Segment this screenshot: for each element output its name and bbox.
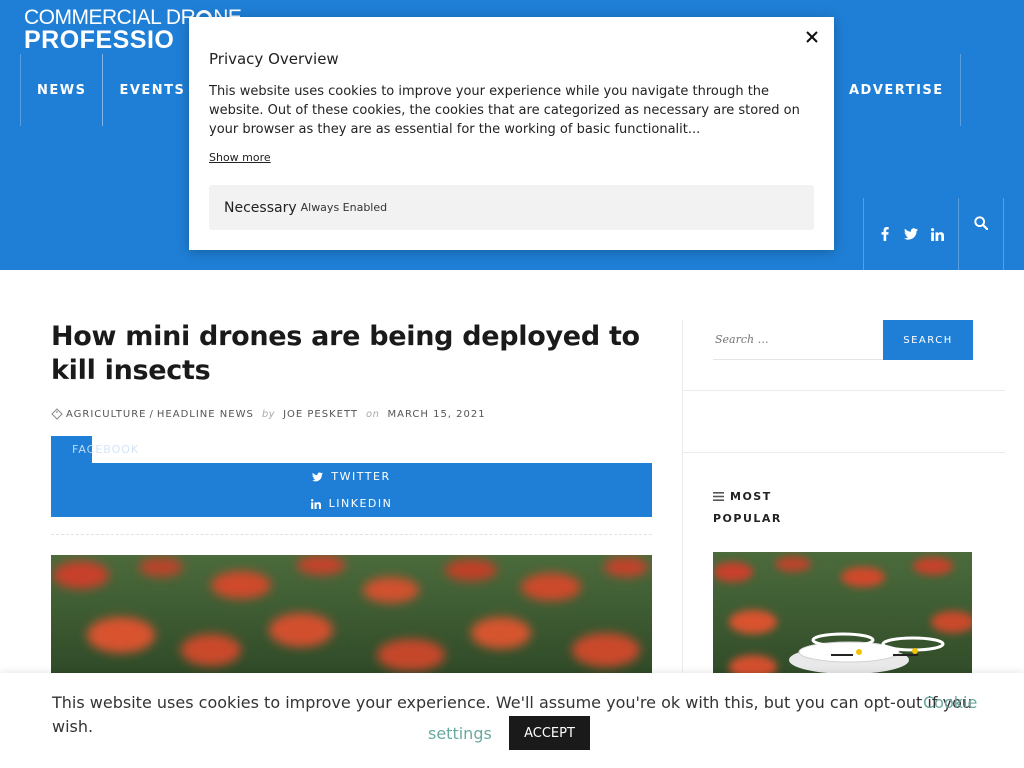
- by-label: by: [261, 408, 276, 420]
- modal-body-text: This website uses cookies to improve you…: [209, 84, 800, 137]
- most-popular-thumbnail[interactable]: [713, 552, 972, 682]
- author-link[interactable]: JOE PESKETT: [283, 409, 358, 420]
- article: How mini drones are being deployed to ki…: [51, 320, 652, 517]
- linkedin-icon: [310, 498, 321, 509]
- main-nav: NEWS EVENTS: [20, 54, 203, 126]
- article-title: How mini drones are being deployed to ki…: [51, 321, 640, 386]
- share-buttons: FACEBOOK TWITTER LINKEDIN: [51, 436, 652, 517]
- category-link-agriculture[interactable]: AGRICULTURE: [66, 409, 147, 420]
- sidebar-search-button[interactable]: SEARCH: [883, 320, 973, 360]
- post-date: MARCH 15, 2021: [387, 408, 486, 420]
- cookie-consent-bar: This website uses cookies to improve you…: [0, 673, 1024, 768]
- share-linkedin-button[interactable]: LINKEDIN: [51, 490, 652, 517]
- always-enabled-badge: Always Enabled: [300, 201, 388, 214]
- share-twitter-label: TWITTER: [331, 470, 391, 483]
- nav-item-events[interactable]: EVENTS: [102, 54, 203, 126]
- tag-icon: [51, 408, 63, 420]
- accept-button[interactable]: ACCEPT: [509, 716, 590, 750]
- cookie-settings-link[interactable]: Cookie: [923, 691, 977, 715]
- linkedin-icon[interactable]: [929, 225, 947, 243]
- twitter-icon[interactable]: [902, 225, 920, 243]
- sidebar-divider: [683, 452, 1005, 453]
- social-links: [863, 198, 959, 270]
- nav-item-advertise[interactable]: ADVERTISE: [832, 54, 961, 126]
- header-search-button[interactable]: [958, 198, 1004, 270]
- twitter-icon: [312, 471, 324, 481]
- share-linkedin-label: LINKEDIN: [328, 497, 393, 510]
- article-divider: [51, 534, 652, 535]
- logo-line2: PROFESSIO: [24, 26, 175, 54]
- share-block: TWITTER LINKEDIN: [51, 463, 652, 517]
- show-more-link[interactable]: Show more: [209, 151, 271, 164]
- necessary-cookies-row[interactable]: Necessary Always Enabled: [209, 185, 814, 230]
- privacy-overview-modal: Privacy Overview This website uses cooki…: [189, 17, 834, 250]
- article-meta: AGRICULTURE / HEADLINE NEWS by JOE PESKE…: [51, 408, 652, 420]
- most-popular-heading: MOST POPULAR: [713, 486, 803, 530]
- article-hero-image: [51, 555, 652, 675]
- facebook-icon[interactable]: [876, 225, 894, 243]
- share-facebook-label: FACEBOOK: [72, 443, 140, 456]
- share-facebook-button[interactable]: FACEBOOK: [51, 436, 138, 463]
- on-label: on: [366, 408, 380, 420]
- sidebar-search-input[interactable]: [713, 320, 883, 360]
- sidebar: SEARCH MOST POPULAR: [682, 320, 1005, 682]
- modal-title: Privacy Overview: [209, 50, 339, 68]
- sidebar-divider: [683, 390, 1005, 391]
- list-icon: [713, 492, 724, 501]
- close-button[interactable]: [802, 27, 822, 47]
- cookie-settings-link-cont[interactable]: settings: [428, 722, 492, 746]
- nav-item-news[interactable]: NEWS: [20, 54, 104, 126]
- category-link-headline-news[interactable]: HEADLINE NEWS: [157, 409, 254, 420]
- category-separator: /: [149, 408, 154, 420]
- search-icon: [974, 216, 988, 230]
- necessary-label: Necessary: [224, 199, 297, 216]
- share-twitter-button[interactable]: TWITTER: [51, 463, 652, 490]
- close-icon: [806, 31, 818, 43]
